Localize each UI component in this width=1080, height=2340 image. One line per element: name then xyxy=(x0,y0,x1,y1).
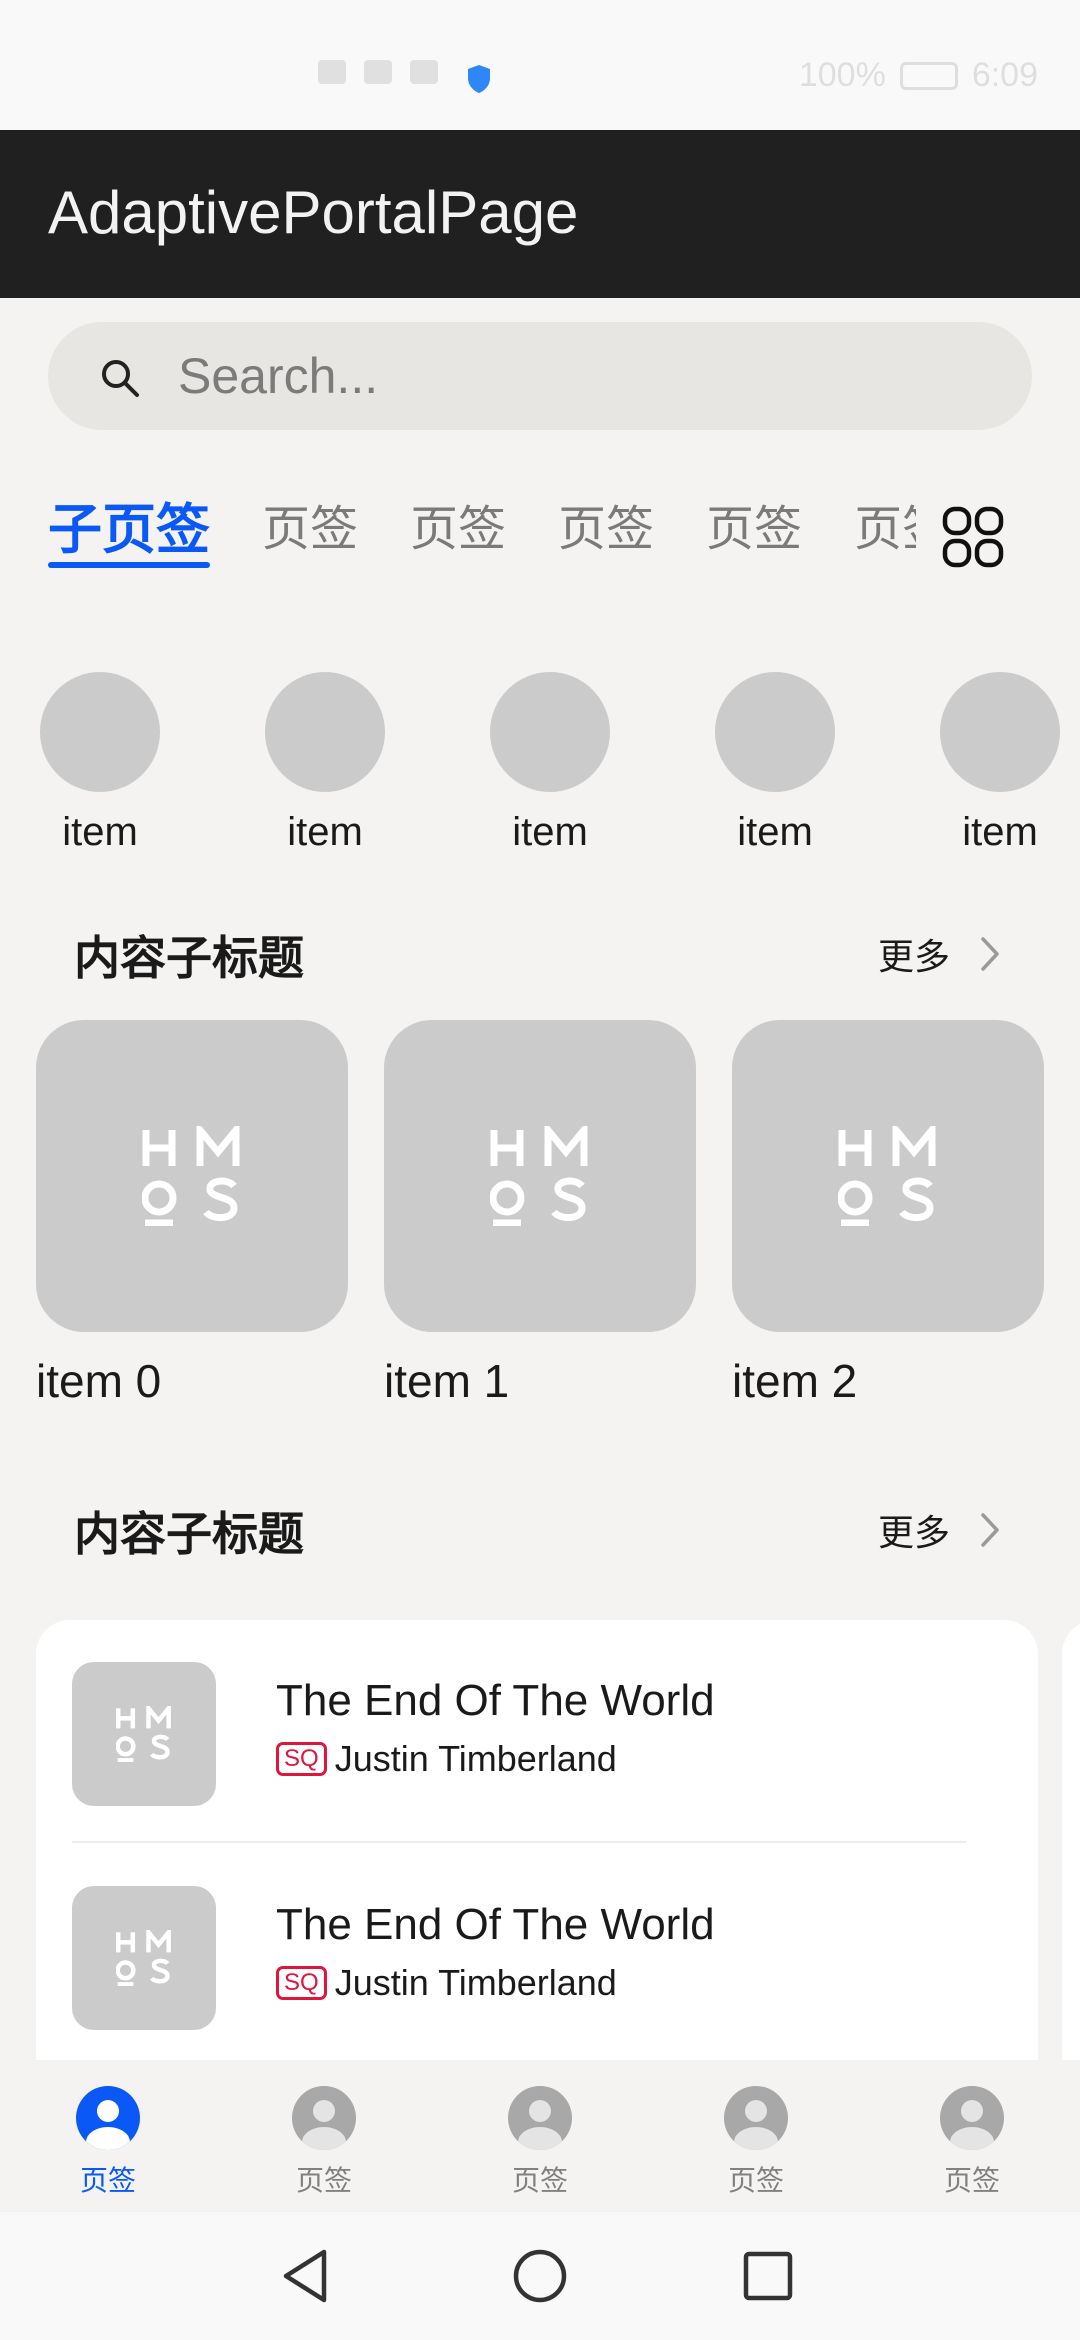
circle-item-row: item item item item item xyxy=(0,672,1080,872)
tab-bar: 子页签页签页签页签页签页签 xyxy=(0,490,1080,590)
card-row: item 0 item 1 item 2 xyxy=(36,1020,1080,1420)
circle-image xyxy=(715,672,835,792)
tab-0[interactable]: 子页签 xyxy=(48,490,210,580)
nav-item[interactable]: 页签 xyxy=(902,2086,1042,2199)
song-title: The End Of The World xyxy=(276,1900,715,1949)
tab-4[interactable]: 页签 xyxy=(706,490,802,580)
circle-image xyxy=(265,672,385,792)
song-thumbnail xyxy=(72,1886,216,2030)
sim-icon xyxy=(318,60,346,84)
song-meta: SQ Justin Timberland xyxy=(276,1962,617,2004)
sq-badge: SQ xyxy=(276,1966,327,2000)
app-bar: AdaptivePortalPage xyxy=(0,130,1080,298)
nav-item[interactable]: 页签 xyxy=(470,2086,610,2199)
circle-item[interactable]: item xyxy=(925,672,1075,855)
hmos-logo-icon xyxy=(490,1126,588,1226)
bottom-nav: 页签 页签 页签 页签 页签 xyxy=(0,2060,1080,2212)
circle-item[interactable]: item xyxy=(475,672,625,855)
tab-5[interactable]: 页签 xyxy=(854,490,916,580)
tab-2[interactable]: 页签 xyxy=(410,490,506,580)
song-artist: Justin Timberland xyxy=(334,1738,617,1779)
search-icon xyxy=(102,360,139,397)
hmos-logo-icon xyxy=(116,1706,171,1762)
nav-item[interactable]: 页签 xyxy=(686,2086,826,2199)
sq-badge: SQ xyxy=(276,1742,327,1776)
person-icon xyxy=(292,2086,356,2150)
hmos-logo-icon xyxy=(116,1930,171,1986)
song-thumbnail xyxy=(72,1662,216,1806)
nav-item[interactable]: 页签 xyxy=(254,2086,394,2199)
person-icon xyxy=(508,2086,572,2150)
song-title: The End Of The World xyxy=(276,1676,715,1725)
circle-item[interactable]: item xyxy=(700,672,850,855)
circle-item[interactable]: item xyxy=(25,672,175,855)
circle-image xyxy=(940,672,1060,792)
circle-item-label: item xyxy=(962,810,1038,854)
clock: 6:09 xyxy=(971,56,1038,94)
more-link[interactable]: 更多 xyxy=(878,928,1000,980)
person-icon xyxy=(76,2086,140,2150)
home-icon[interactable] xyxy=(508,2244,572,2308)
grid-icon[interactable] xyxy=(942,506,1004,568)
nav-label: 页签 xyxy=(79,2165,136,2196)
nav-label: 页签 xyxy=(511,2165,568,2196)
chevron-right-icon xyxy=(981,1513,999,1547)
grid-card[interactable]: item 1 xyxy=(384,1020,696,1408)
circle-image xyxy=(490,672,610,792)
card-image xyxy=(732,1020,1044,1332)
tab-1[interactable]: 页签 xyxy=(262,490,358,580)
hmos-logo-icon xyxy=(142,1126,240,1226)
status-right: 100% 6:09 xyxy=(799,56,1038,95)
search-bar[interactable] xyxy=(48,322,1032,430)
person-icon xyxy=(724,2086,788,2150)
wifi-icon xyxy=(410,60,438,84)
circle-item-label: item xyxy=(512,810,588,854)
circle-item-label: item xyxy=(287,810,363,854)
grid-card[interactable]: item 0 xyxy=(36,1020,348,1408)
circle-item[interactable]: item xyxy=(250,672,400,855)
next-card-peek xyxy=(1062,1620,1080,2060)
circle-item-label: item xyxy=(737,810,813,854)
more-label: 更多 xyxy=(877,1512,950,1553)
card-image xyxy=(36,1020,348,1332)
song-row[interactable]: The End Of The World SQ Justin Timberlan… xyxy=(72,1880,1002,2030)
card-label: item 0 xyxy=(36,1355,162,1407)
list-divider xyxy=(72,1841,966,1843)
status-bar: 100% 6:09 xyxy=(0,0,1080,130)
nav-label: 页签 xyxy=(727,2165,784,2196)
card-image xyxy=(384,1020,696,1332)
song-row[interactable]: The End Of The World SQ Justin Timberlan… xyxy=(72,1656,1002,1806)
recents-icon[interactable] xyxy=(736,2244,800,2308)
circle-item-label: item xyxy=(62,810,138,854)
signal-icon xyxy=(364,60,392,84)
tab-scroll: 子页签页签页签页签页签页签 xyxy=(48,490,916,590)
page-title: AdaptivePortalPage xyxy=(48,179,579,246)
song-list-card: The End Of The World SQ Justin Timberlan… xyxy=(36,1620,1038,2060)
back-icon[interactable] xyxy=(276,2244,340,2308)
system-nav-bar xyxy=(0,2212,1080,2340)
battery-icon xyxy=(899,61,958,90)
song-artist: Justin Timberland xyxy=(334,1962,617,2003)
status-icons xyxy=(318,60,438,84)
song-meta: SQ Justin Timberland xyxy=(276,1738,617,1780)
battery-text: 100% xyxy=(798,56,886,94)
grid-card[interactable]: item 2 xyxy=(732,1020,1044,1408)
shield-icon xyxy=(468,65,490,93)
hmos-logo-icon xyxy=(838,1126,936,1226)
tab-3[interactable]: 页签 xyxy=(558,490,654,580)
nav-label: 页签 xyxy=(295,2165,352,2196)
card-label: item 1 xyxy=(384,1355,510,1407)
chevron-right-icon xyxy=(981,937,999,971)
person-icon xyxy=(940,2086,1004,2150)
nav-label: 页签 xyxy=(943,2165,1000,2196)
section-title: 内容子标题 xyxy=(74,1508,304,1560)
circle-image xyxy=(40,672,160,792)
section-title: 内容子标题 xyxy=(74,932,304,984)
card-label: item 2 xyxy=(732,1355,858,1407)
nav-item[interactable]: 页签 xyxy=(38,2086,178,2199)
more-link[interactable]: 更多 xyxy=(878,1504,1000,1556)
search-input[interactable] xyxy=(178,344,998,408)
more-label: 更多 xyxy=(877,936,950,977)
